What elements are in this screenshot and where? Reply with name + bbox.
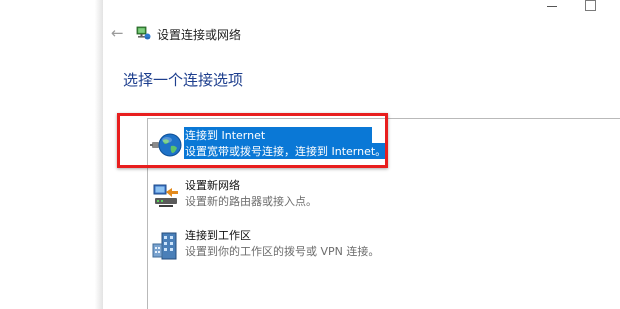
minimize-button[interactable]	[547, 0, 557, 8]
option-title: 设置新网络	[185, 179, 240, 192]
network-wizard-icon	[136, 26, 151, 40]
workplace-icon	[152, 232, 177, 260]
maximize-button[interactable]	[585, 0, 596, 11]
back-arrow-icon[interactable]: ←	[111, 24, 129, 42]
window-controls	[547, 0, 596, 14]
network-setup-icon	[153, 184, 178, 207]
option-connect-workplace[interactable]: 连接到工作区 设置到你的工作区的拨号或 VPN 连接。	[148, 226, 620, 266]
background-window-edge	[0, 0, 103, 309]
option-title: 连接到工作区	[185, 229, 251, 242]
option-setup-new-network[interactable]: 设置新网络 设置新的路由器或接入点。	[148, 176, 620, 216]
wizard-title: 设置连接或网络	[157, 28, 242, 42]
screen: ← 设置连接或网络 选择一个连接选项 连接到 Internet 设置宽带或拨号连…	[0, 0, 620, 309]
page-heading: 选择一个连接选项	[123, 71, 244, 89]
annotation-highlight-box	[117, 113, 388, 168]
option-description: 设置到你的工作区的拨号或 VPN 连接。	[185, 245, 380, 258]
option-description: 设置新的路由器或接入点。	[185, 195, 317, 208]
